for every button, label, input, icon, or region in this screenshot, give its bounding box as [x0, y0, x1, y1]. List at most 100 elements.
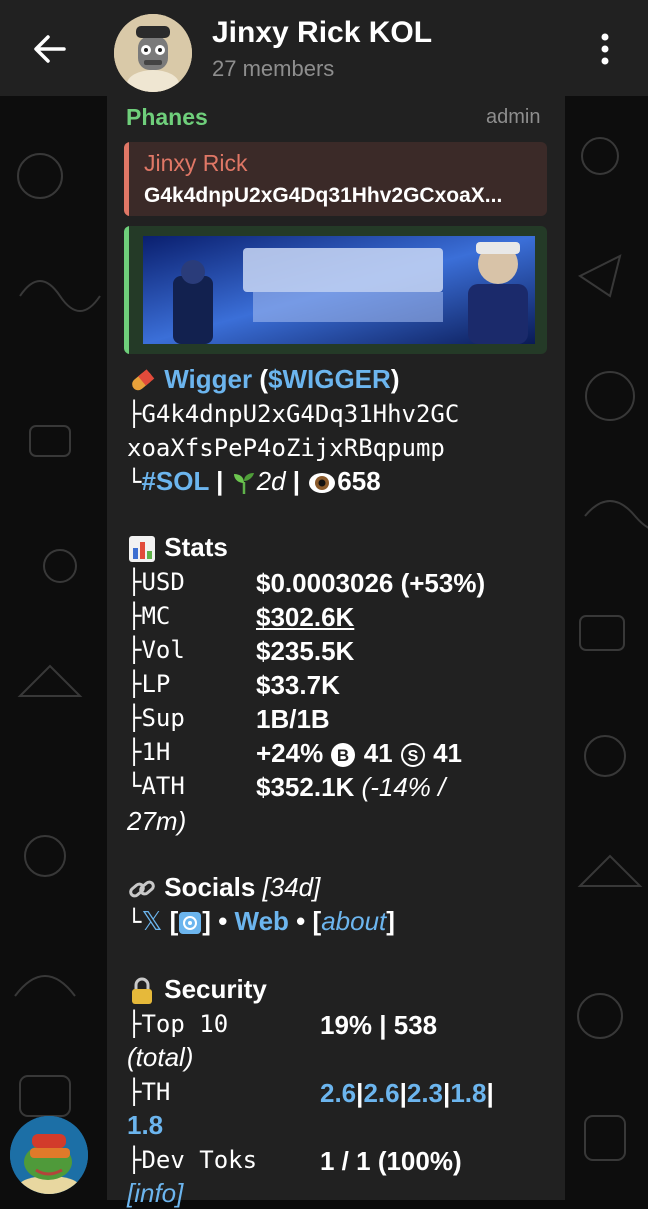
- ticker-close: ): [390, 364, 400, 394]
- token-name-link[interactable]: Wigger: [164, 364, 252, 394]
- reply-author: Jinxy Rick: [144, 150, 248, 176]
- socials-bullet-2: •: [288, 906, 313, 936]
- pill-icon: [132, 369, 155, 391]
- stats-label: LP: [141, 670, 171, 698]
- change-1h: +24%: [256, 738, 324, 768]
- chat-title[interactable]: Jinxy Rick KOL: [212, 16, 432, 50]
- info-link[interactable]: [info]: [127, 1178, 183, 1209]
- view-count: 658: [337, 466, 381, 496]
- chart-icon: [129, 536, 155, 563]
- stats-row-sup: ├Sup: [127, 704, 185, 732]
- stats-value-usd: $0.0003026 (+53%): [256, 568, 486, 598]
- contract-address-line1[interactable]: ├G4k4dnpU2xG4Dq31Hhv2GC: [127, 400, 459, 428]
- ticker-link[interactable]: $WIGGER: [268, 364, 391, 394]
- preview-image[interactable]: [143, 236, 535, 344]
- stats-label: 1H: [141, 738, 171, 766]
- th-values: 2.6|2.6|2.3|1.8|: [320, 1078, 494, 1109]
- chat-header: Jinxy Rick KOL 27 members: [0, 0, 648, 96]
- community-icon[interactable]: [178, 911, 202, 935]
- ath-note: (-14% /: [361, 772, 446, 802]
- stats-tree: ├: [127, 738, 142, 766]
- security-heading-row: Security: [127, 974, 267, 1006]
- meta-sep-1: |: [208, 466, 231, 496]
- th-value-link[interactable]: 2.6: [320, 1078, 356, 1108]
- more-vertical-icon[interactable]: [590, 28, 620, 70]
- token-meta-row: └#SOL | 2d | 658: [127, 466, 381, 497]
- reply-text: G4k4dnpU2xG4Dq31Hhv2GCxoaX...: [144, 184, 503, 207]
- security-heading: Security: [164, 974, 267, 1004]
- chat-avatar[interactable]: [114, 14, 192, 92]
- socials-heading-row: Socials [34d]: [127, 872, 320, 904]
- stats-tree: ├: [127, 670, 142, 698]
- stats-tree: └: [127, 772, 142, 800]
- stats-tree: ├: [127, 602, 142, 630]
- stats-label: Vol: [141, 636, 185, 664]
- stats-label: USD: [141, 568, 185, 596]
- link-chain-icon: [129, 880, 155, 898]
- stats-value-lp: $33.7K: [256, 670, 340, 700]
- lock-icon: [132, 977, 152, 1005]
- th-value-link[interactable]: 1.8: [450, 1078, 486, 1108]
- stats-tree: ├: [127, 568, 142, 596]
- th-value-link-last[interactable]: 1.8: [127, 1110, 163, 1141]
- sells-s-icon: S: [400, 743, 425, 768]
- th-value-link[interactable]: 2.3: [407, 1078, 443, 1108]
- x-link[interactable]: 𝕏: [141, 906, 162, 936]
- ticker-open: (: [252, 364, 269, 394]
- th-sep: |: [486, 1078, 494, 1108]
- socials-age: [34d]: [262, 872, 321, 902]
- svg-text:S: S: [408, 748, 419, 765]
- stats-value-mc-link[interactable]: $302.6K: [256, 602, 354, 633]
- top10-note: (total): [127, 1042, 194, 1072]
- th-sep: |: [399, 1078, 407, 1108]
- stats-value-sup: 1B/1B: [256, 704, 330, 734]
- dev-toks-label: ├Dev Toks: [127, 1146, 258, 1174]
- reply-bar: [124, 142, 129, 216]
- stats-label: ATH: [141, 772, 185, 800]
- dev-toks-value: 1 / 1 (100%): [320, 1146, 462, 1176]
- stats-row-1h: ├1H: [127, 738, 170, 766]
- svg-text:B: B: [337, 746, 349, 765]
- stats-label: Sup: [141, 704, 185, 732]
- arrow-left-icon[interactable]: [28, 28, 70, 70]
- tree-end: └: [127, 468, 142, 496]
- x-bracket-open: [: [162, 906, 179, 936]
- ath-value: $352.1K: [256, 772, 355, 802]
- sender-avatar[interactable]: [10, 1116, 88, 1194]
- stats-tree: ├: [127, 704, 142, 732]
- stats-tree: ├: [127, 636, 142, 664]
- socials-links-row: └𝕏 [] • Web • [about]: [127, 906, 395, 937]
- th-label: ├TH: [127, 1078, 171, 1106]
- stats-row-lp: ├LP: [127, 670, 170, 698]
- stats-heading: Stats: [164, 532, 228, 562]
- socials-tree: └: [127, 908, 142, 936]
- stats-heading-row: Stats: [127, 532, 228, 564]
- stats-label: MC: [141, 602, 171, 630]
- stats-row-vol: ├Vol: [127, 636, 185, 664]
- stats-row-usd: ├USD: [127, 568, 185, 596]
- th-value-link[interactable]: 2.6: [363, 1078, 399, 1108]
- about-link[interactable]: about: [321, 906, 386, 936]
- pepe-avatar-image: [10, 1116, 88, 1194]
- meta-sep-2: |: [285, 466, 308, 496]
- token-title-row: Wigger ($WIGGER): [127, 364, 399, 396]
- stats-value-ath: $352.1K (-14% /: [256, 772, 445, 803]
- buys-count: 41: [363, 738, 393, 768]
- stats-value-1h: +24% B 41 S 41: [256, 738, 462, 769]
- about-open: [: [312, 906, 322, 936]
- contract-address-line2[interactable]: xoaXfsPeP4oZijxRBqpump: [127, 434, 445, 462]
- stats-row-ath: └ATH: [127, 772, 185, 800]
- sender-name[interactable]: Phanes: [126, 104, 208, 131]
- ath-note-cont: 27m): [127, 806, 187, 836]
- chain-hashtag[interactable]: #SOL: [141, 466, 208, 496]
- buys-b-icon: B: [331, 743, 356, 768]
- web-link[interactable]: Web: [235, 906, 289, 936]
- member-count: 27 members: [212, 56, 335, 81]
- stats-row-mc: ├MC: [127, 602, 170, 630]
- token-banner-image: [143, 236, 535, 344]
- eye-icon: [309, 473, 336, 494]
- x-bracket-close: ]: [202, 906, 211, 936]
- sells-count: 41: [433, 738, 463, 768]
- ape-avatar-image: [114, 14, 192, 92]
- socials-bullet-1: •: [210, 906, 235, 936]
